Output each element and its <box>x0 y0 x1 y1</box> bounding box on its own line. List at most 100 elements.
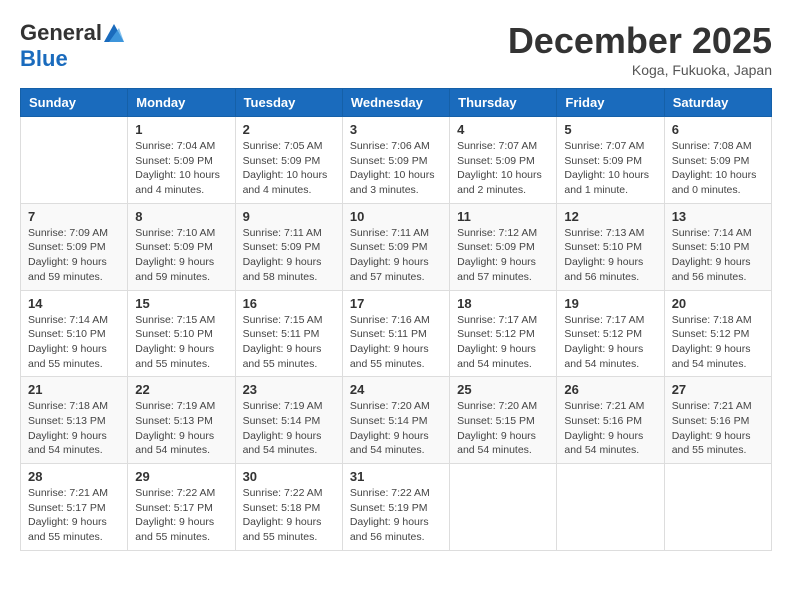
day-info: Sunrise: 7:21 AMSunset: 5:16 PMDaylight:… <box>672 399 764 458</box>
calendar-cell: 27 Sunrise: 7:21 AMSunset: 5:16 PMDayligh… <box>664 377 771 464</box>
day-info: Sunrise: 7:07 AMSunset: 5:09 PMDaylight:… <box>564 139 656 198</box>
logo: General Blue <box>20 20 124 72</box>
calendar-cell: 4 Sunrise: 7:07 AMSunset: 5:09 PMDaylight… <box>450 117 557 204</box>
day-info: Sunrise: 7:19 AMSunset: 5:13 PMDaylight:… <box>135 399 227 458</box>
day-number: 26 <box>564 382 656 397</box>
location: Koga, Fukuoka, Japan <box>508 62 772 78</box>
calendar-cell: 5 Sunrise: 7:07 AMSunset: 5:09 PMDaylight… <box>557 117 664 204</box>
calendar-cell: 12Sunrise: 7:13 AMSunset: 5:10 PMDayligh… <box>557 203 664 290</box>
calendar-cell: 30Sunrise: 7:22 AMSunset: 5:18 PMDayligh… <box>235 464 342 551</box>
day-number: 27 <box>672 382 764 397</box>
day-number: 3 <box>350 122 442 137</box>
calendar-week-row: 7Sunrise: 7:09 AMSunset: 5:09 PMDaylight… <box>21 203 772 290</box>
calendar-cell: 21Sunrise: 7:18 AMSunset: 5:13 PMDayligh… <box>21 377 128 464</box>
day-info: Sunrise: 7:22 AMSunset: 5:19 PMDaylight:… <box>350 486 442 545</box>
day-number: 25 <box>457 382 549 397</box>
day-number: 5 <box>564 122 656 137</box>
day-header-sunday: Sunday <box>21 89 128 117</box>
calendar-week-row: 21Sunrise: 7:18 AMSunset: 5:13 PMDayligh… <box>21 377 772 464</box>
calendar-week-row: 14 Sunrise: 7:14 AMSunset: 5:10 PMDayligh… <box>21 290 772 377</box>
calendar-cell <box>450 464 557 551</box>
day-info: Sunrise: 7:05 AMSunset: 5:09 PMDaylight:… <box>243 139 335 198</box>
day-info: Sunrise: 7:20 AMSunset: 5:15 PMDaylight:… <box>457 399 549 458</box>
day-number: 20 <box>672 296 764 311</box>
calendar-cell: 24Sunrise: 7:20 AMSunset: 5:14 PMDayligh… <box>342 377 449 464</box>
day-number: 8 <box>135 209 227 224</box>
calendar-cell: 20 Sunrise: 7:18 AMSunset: 5:12 PMDayligh… <box>664 290 771 377</box>
day-info: Sunrise: 7:16 AMSunset: 5:11 PMDaylight:… <box>350 313 442 372</box>
calendar-cell: 6Sunrise: 7:08 AMSunset: 5:09 PMDaylight… <box>664 117 771 204</box>
calendar-header-row: SundayMondayTuesdayWednesdayThursdayFrid… <box>21 89 772 117</box>
day-number: 22 <box>135 382 227 397</box>
day-info: Sunrise: 7:20 AMSunset: 5:14 PMDaylight:… <box>350 399 442 458</box>
calendar-cell: 25 Sunrise: 7:20 AMSunset: 5:15 PMDayligh… <box>450 377 557 464</box>
calendar-cell: 1 Sunrise: 7:04 AMSunset: 5:09 PMDaylight… <box>128 117 235 204</box>
day-number: 23 <box>243 382 335 397</box>
calendar-cell: 22 Sunrise: 7:19 AMSunset: 5:13 PMDayligh… <box>128 377 235 464</box>
day-number: 13 <box>672 209 764 224</box>
day-header-saturday: Saturday <box>664 89 771 117</box>
day-info: Sunrise: 7:04 AMSunset: 5:09 PMDaylight:… <box>135 139 227 198</box>
day-info: Sunrise: 7:17 AMSunset: 5:12 PMDaylight:… <box>564 313 656 372</box>
calendar-table: SundayMondayTuesdayWednesdayThursdayFrid… <box>20 88 772 551</box>
day-info: Sunrise: 7:12 AMSunset: 5:09 PMDaylight:… <box>457 226 549 285</box>
day-header-monday: Monday <box>128 89 235 117</box>
calendar-cell: 15 Sunrise: 7:15 AMSunset: 5:10 PMDayligh… <box>128 290 235 377</box>
day-number: 6 <box>672 122 764 137</box>
day-info: Sunrise: 7:14 AMSunset: 5:10 PMDaylight:… <box>28 313 120 372</box>
calendar-cell: 7Sunrise: 7:09 AMSunset: 5:09 PMDaylight… <box>21 203 128 290</box>
calendar-cell: 29Sunrise: 7:22 AMSunset: 5:17 PMDayligh… <box>128 464 235 551</box>
day-info: Sunrise: 7:07 AMSunset: 5:09 PMDaylight:… <box>457 139 549 198</box>
day-number: 1 <box>135 122 227 137</box>
day-number: 2 <box>243 122 335 137</box>
day-info: Sunrise: 7:09 AMSunset: 5:09 PMDaylight:… <box>28 226 120 285</box>
calendar-cell: 3 Sunrise: 7:06 AMSunset: 5:09 PMDaylight… <box>342 117 449 204</box>
day-header-friday: Friday <box>557 89 664 117</box>
calendar-cell: 13 Sunrise: 7:14 AMSunset: 5:10 PMDayligh… <box>664 203 771 290</box>
day-number: 19 <box>564 296 656 311</box>
calendar-cell: 26 Sunrise: 7:21 AMSunset: 5:16 PMDayligh… <box>557 377 664 464</box>
day-info: Sunrise: 7:19 AMSunset: 5:14 PMDaylight:… <box>243 399 335 458</box>
day-number: 12 <box>564 209 656 224</box>
day-info: Sunrise: 7:10 AMSunset: 5:09 PMDaylight:… <box>135 226 227 285</box>
day-header-wednesday: Wednesday <box>342 89 449 117</box>
day-number: 28 <box>28 469 120 484</box>
day-number: 16 <box>243 296 335 311</box>
day-number: 4 <box>457 122 549 137</box>
calendar-week-row: 1 Sunrise: 7:04 AMSunset: 5:09 PMDaylight… <box>21 117 772 204</box>
logo-icon <box>104 24 124 42</box>
calendar-cell: 8 Sunrise: 7:10 AMSunset: 5:09 PMDaylight… <box>128 203 235 290</box>
calendar-cell: 28 Sunrise: 7:21 AMSunset: 5:17 PMDayligh… <box>21 464 128 551</box>
day-info: Sunrise: 7:21 AMSunset: 5:17 PMDaylight:… <box>28 486 120 545</box>
day-info: Sunrise: 7:18 AMSunset: 5:12 PMDaylight:… <box>672 313 764 372</box>
day-number: 29 <box>135 469 227 484</box>
day-info: Sunrise: 7:21 AMSunset: 5:16 PMDaylight:… <box>564 399 656 458</box>
logo-blue-text: Blue <box>20 46 68 72</box>
day-number: 14 <box>28 296 120 311</box>
day-info: Sunrise: 7:06 AMSunset: 5:09 PMDaylight:… <box>350 139 442 198</box>
calendar-cell: 11 Sunrise: 7:12 AMSunset: 5:09 PMDayligh… <box>450 203 557 290</box>
logo-general-text: General <box>20 20 102 46</box>
day-info: Sunrise: 7:11 AMSunset: 5:09 PMDaylight:… <box>350 226 442 285</box>
day-info: Sunrise: 7:15 AMSunset: 5:10 PMDaylight:… <box>135 313 227 372</box>
day-number: 21 <box>28 382 120 397</box>
calendar-cell: 19 Sunrise: 7:17 AMSunset: 5:12 PMDayligh… <box>557 290 664 377</box>
day-number: 18 <box>457 296 549 311</box>
day-number: 17 <box>350 296 442 311</box>
month-title: December 2025 <box>508 20 772 62</box>
day-number: 30 <box>243 469 335 484</box>
day-number: 15 <box>135 296 227 311</box>
calendar-cell: 16Sunrise: 7:15 AMSunset: 5:11 PMDayligh… <box>235 290 342 377</box>
calendar-cell <box>664 464 771 551</box>
day-number: 11 <box>457 209 549 224</box>
day-info: Sunrise: 7:14 AMSunset: 5:10 PMDaylight:… <box>672 226 764 285</box>
calendar-cell: 23 Sunrise: 7:19 AMSunset: 5:14 PMDayligh… <box>235 377 342 464</box>
day-number: 9 <box>243 209 335 224</box>
day-info: Sunrise: 7:17 AMSunset: 5:12 PMDaylight:… <box>457 313 549 372</box>
calendar-cell: 9 Sunrise: 7:11 AMSunset: 5:09 PMDaylight… <box>235 203 342 290</box>
calendar-cell: 31Sunrise: 7:22 AMSunset: 5:19 PMDayligh… <box>342 464 449 551</box>
day-info: Sunrise: 7:11 AMSunset: 5:09 PMDaylight:… <box>243 226 335 285</box>
calendar-cell <box>21 117 128 204</box>
calendar-week-row: 28 Sunrise: 7:21 AMSunset: 5:17 PMDayligh… <box>21 464 772 551</box>
day-header-tuesday: Tuesday <box>235 89 342 117</box>
